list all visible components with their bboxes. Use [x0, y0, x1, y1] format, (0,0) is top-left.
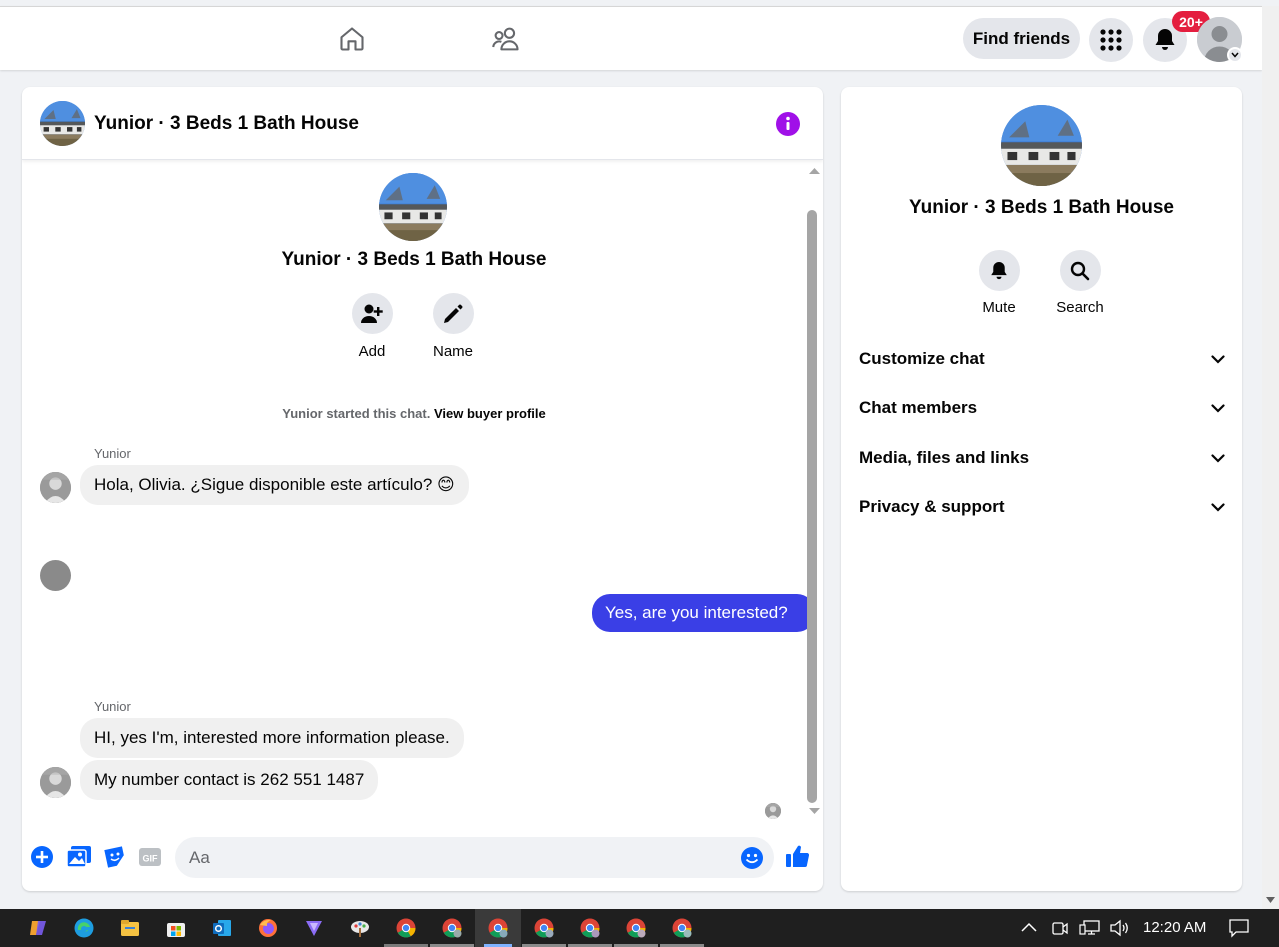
plus-circle-icon[interactable]	[31, 846, 53, 868]
search-button[interactable]: Search	[1050, 250, 1110, 316]
menu-grid-button[interactable]	[1089, 18, 1133, 62]
outlook-icon[interactable]	[212, 918, 232, 938]
edge-icon[interactable]	[74, 918, 94, 938]
listing-thumbnail[interactable]	[40, 101, 85, 146]
chat-details-panel: Yunior · 3 Beds 1 Bath House Mute Search…	[841, 87, 1242, 891]
info-icon[interactable]	[776, 112, 800, 136]
pencil-icon	[444, 304, 463, 323]
section-label: Privacy & support	[859, 497, 1005, 516]
seen-indicator-avatar	[765, 803, 781, 819]
sticker-icon[interactable]	[104, 846, 126, 868]
sender-avatar[interactable]	[40, 560, 71, 591]
section-label: Media, files and links	[859, 448, 1030, 467]
incoming-message[interactable]: HI, yes I'm, interested more information…	[80, 718, 464, 758]
file-explorer-icon[interactable]	[120, 918, 140, 938]
sender-avatar[interactable]	[40, 767, 71, 798]
bell-icon	[991, 261, 1007, 279]
chat-panel: Yunior · 3 Beds 1 Bath House Yunior · 3 …	[22, 87, 823, 891]
notifications-center-icon[interactable]	[1228, 918, 1249, 938]
chevron-up-icon[interactable]	[1019, 918, 1039, 938]
friends-icon[interactable]	[490, 23, 522, 55]
sender-avatar[interactable]	[40, 472, 71, 503]
add-person-icon	[361, 304, 383, 323]
name-label: Name	[432, 343, 473, 360]
message-input[interactable]	[189, 837, 729, 878]
details-title: Yunior · 3 Beds 1 Bath House	[909, 197, 1174, 218]
customize-chat-section[interactable]: Customize chat	[859, 341, 1225, 377]
listing-photo	[379, 173, 447, 241]
photo-icon[interactable]	[67, 846, 91, 868]
paint-icon[interactable]	[350, 918, 370, 938]
message-scroll-thumb[interactable]	[807, 210, 817, 803]
conversation-title: Yunior · 3 Beds 1 Bath House	[281, 249, 547, 270]
page-scrollbar[interactable]	[1262, 6, 1279, 909]
meet-now-icon[interactable]	[1050, 918, 1070, 938]
sender-name: Yunior	[94, 446, 131, 461]
chrome-profile-icon[interactable]	[672, 918, 692, 938]
bell-icon	[1155, 29, 1175, 50]
view-buyer-profile-link[interactable]: View buyer profile	[434, 406, 546, 421]
emoji-icon[interactable]	[741, 847, 763, 869]
chrome-profile-icon[interactable]	[580, 918, 600, 938]
chat-members-section[interactable]: Chat members	[859, 390, 1225, 426]
firefox-icon[interactable]	[258, 918, 278, 938]
chat-started-notice: Yunior started this chat. View buyer pro…	[22, 406, 806, 421]
search-icon	[1070, 261, 1090, 280]
home-icon[interactable]	[336, 23, 368, 55]
add-people-button[interactable]: Add	[342, 293, 402, 360]
chrome-profile-icon[interactable]	[626, 918, 646, 938]
chat-title[interactable]: Yunior · 3 Beds 1 Bath House	[94, 113, 359, 135]
chrome-profile-icon[interactable]	[488, 918, 508, 938]
section-label: Customize chat	[859, 349, 985, 368]
section-label: Chat members	[859, 398, 978, 417]
grid-icon	[1100, 29, 1122, 51]
add-label: Add	[358, 343, 386, 360]
volume-icon[interactable]	[1109, 918, 1129, 938]
media-files-links-section[interactable]: Media, files and links	[859, 440, 1225, 476]
svg-text:GIF: GIF	[143, 854, 159, 864]
vpn-icon[interactable]	[304, 918, 324, 938]
outgoing-message[interactable]: Yes, are you interested?	[592, 594, 815, 632]
windows-taskbar: 12:20 AM	[0, 909, 1279, 947]
account-chevron-icon[interactable]	[1227, 47, 1243, 63]
privacy-support-section[interactable]: Privacy & support	[859, 489, 1225, 525]
listing-photo[interactable]	[1001, 105, 1082, 186]
name-chat-button[interactable]: Name	[423, 293, 483, 360]
incoming-message[interactable]: Hola, Olivia. ¿Sigue disponible este art…	[80, 465, 469, 505]
chrome-icon[interactable]	[396, 918, 416, 938]
incoming-message[interactable]: My number contact is 262 551 1487	[80, 760, 379, 800]
chevron-down-icon	[1211, 502, 1225, 512]
find-friends-button[interactable]: Find friends	[963, 18, 1080, 59]
top-navigation-bar: Find friends 20+	[0, 6, 1262, 70]
chevron-down-icon	[1211, 403, 1225, 413]
mute-button[interactable]: Mute	[969, 250, 1029, 316]
network-icon[interactable]	[1079, 918, 1100, 938]
microsoft-store-icon[interactable]	[166, 918, 186, 938]
chrome-profile-icon[interactable]	[442, 918, 462, 938]
chevron-down-icon	[1211, 453, 1225, 463]
gif-icon[interactable]: GIF	[139, 846, 161, 868]
copilot-icon[interactable]	[28, 918, 48, 938]
chrome-profile-icon[interactable]	[534, 918, 554, 938]
message-input-box[interactable]	[175, 837, 774, 878]
chat-header: Yunior · 3 Beds 1 Bath House	[22, 87, 823, 160]
message-list[interactable]: Yunior · 3 Beds 1 Bath House Add Name Yu…	[22, 160, 815, 823]
chevron-down-icon	[1211, 354, 1225, 364]
sender-name: Yunior	[94, 699, 131, 714]
chat-started-text: Yunior started this chat.	[282, 406, 431, 421]
thumbs-up-icon[interactable]	[786, 844, 810, 867]
message-composer: GIF	[22, 823, 823, 891]
taskbar-clock[interactable]: 12:20 AM	[1143, 919, 1206, 936]
search-label: Search	[1056, 299, 1104, 316]
mute-label: Mute	[982, 299, 1016, 316]
